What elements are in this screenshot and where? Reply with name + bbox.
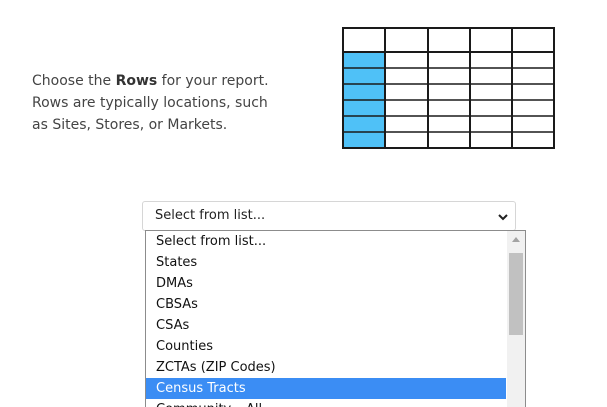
chevron-down-icon: [498, 214, 508, 221]
options-scrollbar[interactable]: [507, 231, 525, 407]
instructions-bold-term: Rows: [115, 73, 158, 89]
rows-select[interactable]: Select from list...: [142, 201, 516, 231]
rows-select-value: Select from list...: [155, 208, 266, 223]
option-item[interactable]: Select from list...: [146, 231, 506, 252]
option-item[interactable]: CSAs: [146, 315, 506, 336]
option-item[interactable]: ZCTAs (ZIP Codes): [146, 357, 506, 378]
option-item[interactable]: CBSAs: [146, 294, 506, 315]
table-rows-icon: [342, 27, 555, 149]
instructions-prefix: Choose the: [32, 73, 116, 89]
rows-options-list[interactable]: Select from list... States DMAs CBSAs CSAs Co…: [145, 230, 526, 407]
rows-instructions: Choose the Rows for your report. Rows ar…: [32, 70, 282, 136]
scroll-up-arrow-icon[interactable]: [512, 237, 520, 242]
option-item[interactable]: Community – All: [146, 399, 506, 407]
scroll-thumb[interactable]: [509, 253, 523, 335]
report-builder-step: Choose the Rows for your report. Rows ar…: [0, 0, 607, 407]
option-item[interactable]: DMAs: [146, 273, 506, 294]
option-item[interactable]: Census Tracts: [146, 378, 506, 399]
option-item[interactable]: Counties: [146, 336, 506, 357]
option-item[interactable]: States: [146, 252, 506, 273]
